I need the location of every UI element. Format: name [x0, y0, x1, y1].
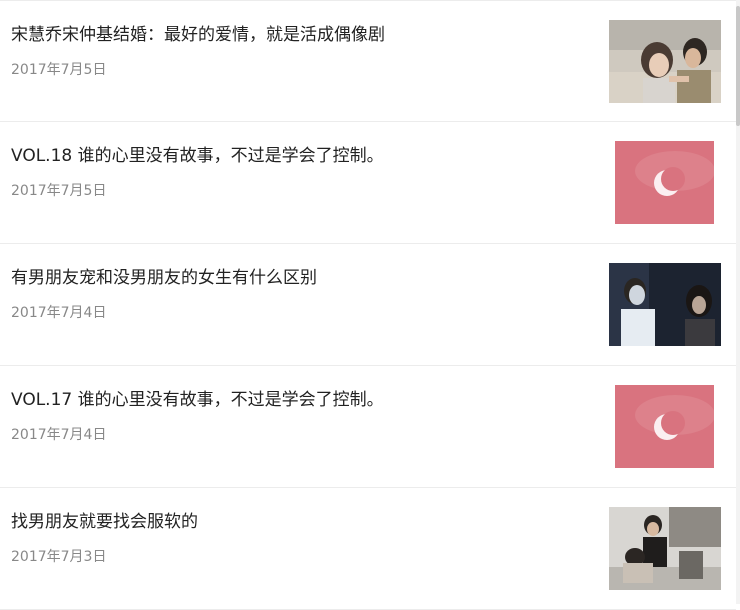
article-date: 2017年7月4日 [11, 427, 107, 443]
list-item[interactable]: VOL.18 谁的心里没有故事，不过是学会了控制。 2017年7月5日 [0, 122, 736, 244]
article-date: 2017年7月4日 [11, 305, 107, 321]
article-title[interactable]: 宋慧乔宋仲基结婚：最好的爱情，就是活成偶像剧 [11, 20, 385, 45]
list-item[interactable]: 宋慧乔宋仲基结婚：最好的爱情，就是活成偶像剧 2017年7月5日 [0, 0, 736, 122]
article-thumbnail[interactable] [615, 385, 714, 468]
article-date: 2017年7月5日 [11, 183, 107, 199]
article-title[interactable]: VOL.18 谁的心里没有故事，不过是学会了控制。 [11, 141, 384, 166]
article-title[interactable]: 找男朋友就要找会服软的 [11, 507, 198, 532]
article-title[interactable]: VOL.17 谁的心里没有故事，不过是学会了控制。 [11, 385, 384, 410]
article-thumbnail[interactable] [609, 20, 721, 103]
scrollbar[interactable] [736, 0, 740, 604]
article-list: 宋慧乔宋仲基结婚：最好的爱情，就是活成偶像剧 2017年7月5日 VOL.18 … [0, 0, 736, 610]
article-date: 2017年7月5日 [11, 62, 107, 78]
list-item[interactable]: 有男朋友宠和没男朋友的女生有什么区别 2017年7月4日 [0, 244, 736, 366]
article-title[interactable]: 有男朋友宠和没男朋友的女生有什么区别 [11, 263, 317, 288]
article-thumbnail[interactable] [609, 263, 721, 346]
scrollbar-thumb[interactable] [736, 6, 740, 126]
article-date: 2017年7月3日 [11, 549, 107, 565]
list-item[interactable]: VOL.17 谁的心里没有故事，不过是学会了控制。 2017年7月4日 [0, 366, 736, 488]
list-item[interactable]: 找男朋友就要找会服软的 2017年7月3日 [0, 488, 736, 610]
article-thumbnail[interactable] [615, 141, 714, 224]
article-thumbnail[interactable] [609, 507, 721, 590]
